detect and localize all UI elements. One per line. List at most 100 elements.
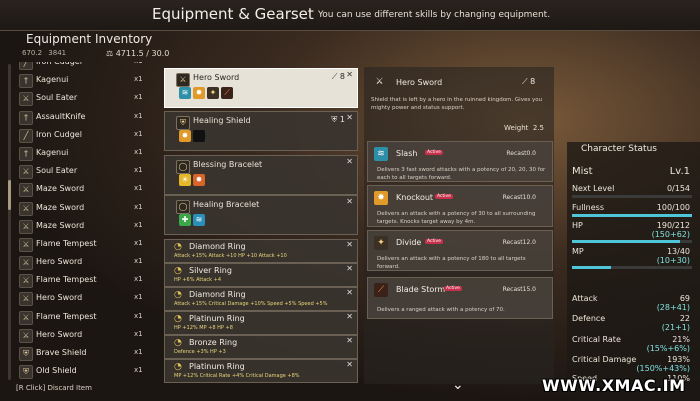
blessing-skill-icon: ☀ — [179, 174, 191, 186]
sword-icon: ⚔ — [19, 92, 33, 107]
cudgel-icon: ╱ — [19, 62, 33, 70]
equipped-ring-slot[interactable]: ◔ Platinum Ring HP +12% MP +8 HP +8 ✕ — [164, 311, 358, 335]
inventory-item[interactable]: † Kagenui x1 — [6, 144, 156, 162]
shield-skill-icon: ✸ — [179, 130, 191, 142]
mp-bonus: (10+30) — [656, 256, 690, 265]
inventory-item[interactable]: ⚔ Hero Sword x1 — [6, 289, 156, 307]
attack-bonus: (28+41) — [656, 303, 690, 312]
equipped-bracelet1-slot[interactable]: ◯ Blessing Bracelet ✕ ☀ ✸ — [164, 155, 358, 195]
shield-defense-value: 1 — [339, 115, 345, 124]
shield-defense: ⛨ 1 — [331, 115, 345, 124]
equipped-weapon-slot[interactable]: ⚔ Hero Sword ⟋ 8 ✕ ≋ ✸ ✦ ⟋ — [164, 68, 358, 108]
chevron-down-icon[interactable]: ⌄ — [452, 377, 464, 393]
shield-icon: ⛨ — [176, 116, 190, 130]
sword-icon: ⚔ — [176, 73, 190, 87]
inventory-item-qty: x1 — [134, 147, 143, 156]
equipped-shield-slot[interactable]: ⛨ Healing Shield ⛨ 1 ✕ ✸ — [164, 111, 358, 151]
empty-skill-slot-icon — [193, 130, 205, 142]
hp-bonus: (150+62) — [651, 230, 690, 239]
skill-card[interactable]: ≋ Slash Active Recast0.0 Delivers 3 fast swo… — [367, 141, 553, 182]
inventory-item[interactable]: ⛨ Old Shield x1 — [6, 362, 156, 380]
skill-card[interactable]: ✦ Divide Active Recast12.0 Delivers an attac… — [367, 230, 553, 271]
inventory-item-qty: x1 — [134, 111, 143, 120]
skill-active-badge: Active — [444, 286, 462, 291]
hp-bar-fill — [572, 240, 680, 243]
unequip-weapon-button[interactable]: ✕ — [346, 70, 353, 79]
inventory-item[interactable]: ⚔ Hero Sword x1 — [6, 253, 156, 271]
inventory-item[interactable]: ⚔ Maze Sword x1 — [6, 199, 156, 217]
unequip-ring-button[interactable]: ✕ — [346, 312, 353, 321]
hp-value: 190/212 — [656, 221, 690, 230]
unequip-ring-button[interactable]: ✕ — [346, 240, 353, 249]
equipped-ring-slot[interactable]: ◔ Bronze Ring Defence +3% HP +3 ✕ — [164, 335, 358, 359]
unequip-ring-button[interactable]: ✕ — [346, 336, 353, 345]
crit-rate-value: 21% — [672, 335, 690, 344]
skill-card[interactable]: ⟋ Blade Storm Active Recast15.0 Delivers a r… — [367, 277, 553, 319]
header-bar: Equipment & Gearset You can use differen… — [0, 0, 700, 31]
inventory-weight: ⚖ 4711.5 / 30.0 — [106, 49, 170, 58]
inventory-item[interactable]: ╱Iron Cudgel x1 — [6, 126, 156, 144]
inventory-item-name: Old Shield — [36, 366, 77, 376]
sword-icon: ⚔ — [19, 219, 33, 234]
unequip-ring-button[interactable]: ✕ — [346, 360, 353, 369]
skill-description: Delivers an attack with a potency of 30 … — [377, 211, 536, 225]
inventory-item-name: Maze Sword — [36, 184, 85, 194]
skill-name: Knockout — [396, 193, 434, 202]
skill-description: Delivers an attack with a potency of 180… — [377, 256, 526, 270]
inventory-item[interactable]: ⚔ Flame Tempest x1 — [6, 308, 156, 326]
discard-hint: [R Click] Discard Item — [16, 384, 92, 392]
skill-name: Divide — [396, 238, 422, 247]
equipped-ring-slot[interactable]: ◔ Diamond Ring Attack +15% Attack +10 HP +… — [164, 239, 358, 263]
skill-recast: Recast15.0 — [502, 286, 536, 293]
inventory-item[interactable]: ⛨ Brave Shield x1 — [6, 344, 156, 362]
inventory-item-name: AssaultKnife — [36, 111, 86, 121]
inventory-item[interactable]: ⚔ Soul Eater x1 — [6, 89, 156, 107]
equipped-bracelet2-slot[interactable]: ◯ Healing Bracelet ✕ ✚ ≋ — [164, 195, 358, 235]
shield-icon: ⛨ — [19, 347, 33, 361]
skill-recast: Recast10.0 — [502, 194, 536, 201]
shield-skill-chips: ✸ — [179, 130, 205, 142]
inventory-item[interactable]: † AssaultKnife x1 — [6, 108, 156, 126]
ring-name: Silver Ring — [189, 266, 232, 275]
inventory-item-qty: x1 — [134, 220, 143, 229]
inventory-item-qty: x1 — [134, 75, 143, 84]
next-level-label: Next Level — [572, 184, 615, 193]
hp-label: HP — [572, 221, 583, 230]
ring-icon: ◔ — [174, 266, 182, 276]
crit-dmg-bonus: (150%+43%) — [636, 364, 690, 373]
weapon-skill-chips: ≋ ✸ ✦ ⟋ — [179, 87, 233, 99]
skill-name: Blade Storm — [396, 285, 446, 294]
skill-icon: ✸ — [374, 191, 388, 205]
detail-weight: Weight 2.5 — [504, 124, 544, 132]
inventory-item[interactable]: ╱Iron Cudgel x1 — [6, 62, 156, 71]
unequip-shield-button[interactable]: ✕ — [346, 113, 353, 122]
blade-storm-skill-icon: ⟋ — [221, 87, 233, 99]
inventory-item[interactable]: † Kagenui x1 — [6, 71, 156, 89]
skill-card[interactable]: ✸ Knockout Active Recast10.0 Delivers an att… — [367, 185, 553, 227]
dagger-icon: † — [19, 74, 33, 89]
inventory-item[interactable]: ⚔ Flame Tempest x1 — [6, 235, 156, 253]
hp-bar — [572, 240, 692, 243]
equipped-ring-slot[interactable]: ◔ Silver Ring HP +6% Attack +4 ✕ — [164, 263, 358, 287]
skill-icon: ✦ — [374, 236, 388, 250]
unequip-ring-button[interactable]: ✕ — [346, 288, 353, 297]
inventory-item[interactable]: ⚔ Soul Eater x1 — [6, 162, 156, 180]
inventory-item[interactable]: ⚔ Maze Sword x1 — [6, 217, 156, 235]
equipped-ring-slot[interactable]: ◔ Platinum Ring MP +12% Critical Rate +4% … — [164, 359, 358, 383]
skill-icon: ≋ — [374, 147, 388, 161]
inventory-item-qty: x1 — [134, 93, 143, 102]
inventory-item[interactable]: ⚔ Maze Sword x1 — [6, 180, 156, 198]
unequip-bracelet1-button[interactable]: ✕ — [346, 157, 353, 166]
ring-name: Diamond Ring — [189, 290, 246, 299]
ring-icon: ◔ — [174, 314, 182, 324]
unequip-ring-button[interactable]: ✕ — [346, 264, 353, 273]
sword-icon: ⚔ — [19, 165, 33, 180]
equipped-ring-slot[interactable]: ◔ Diamond Ring Attack +15% Critical Damage… — [164, 287, 358, 311]
weapon-potency-value: 8 — [339, 72, 345, 81]
inventory-item[interactable]: ⚔ Hero Sword x1 — [6, 326, 156, 344]
inventory-item[interactable]: ⚔ Flame Tempest x1 — [6, 271, 156, 289]
inventory-item-name: Iron Cudgel — [36, 129, 82, 139]
bracelet-icon: ◯ — [176, 160, 190, 174]
detail-potency-value: 8 — [530, 77, 536, 86]
unequip-bracelet2-button[interactable]: ✕ — [346, 197, 353, 206]
